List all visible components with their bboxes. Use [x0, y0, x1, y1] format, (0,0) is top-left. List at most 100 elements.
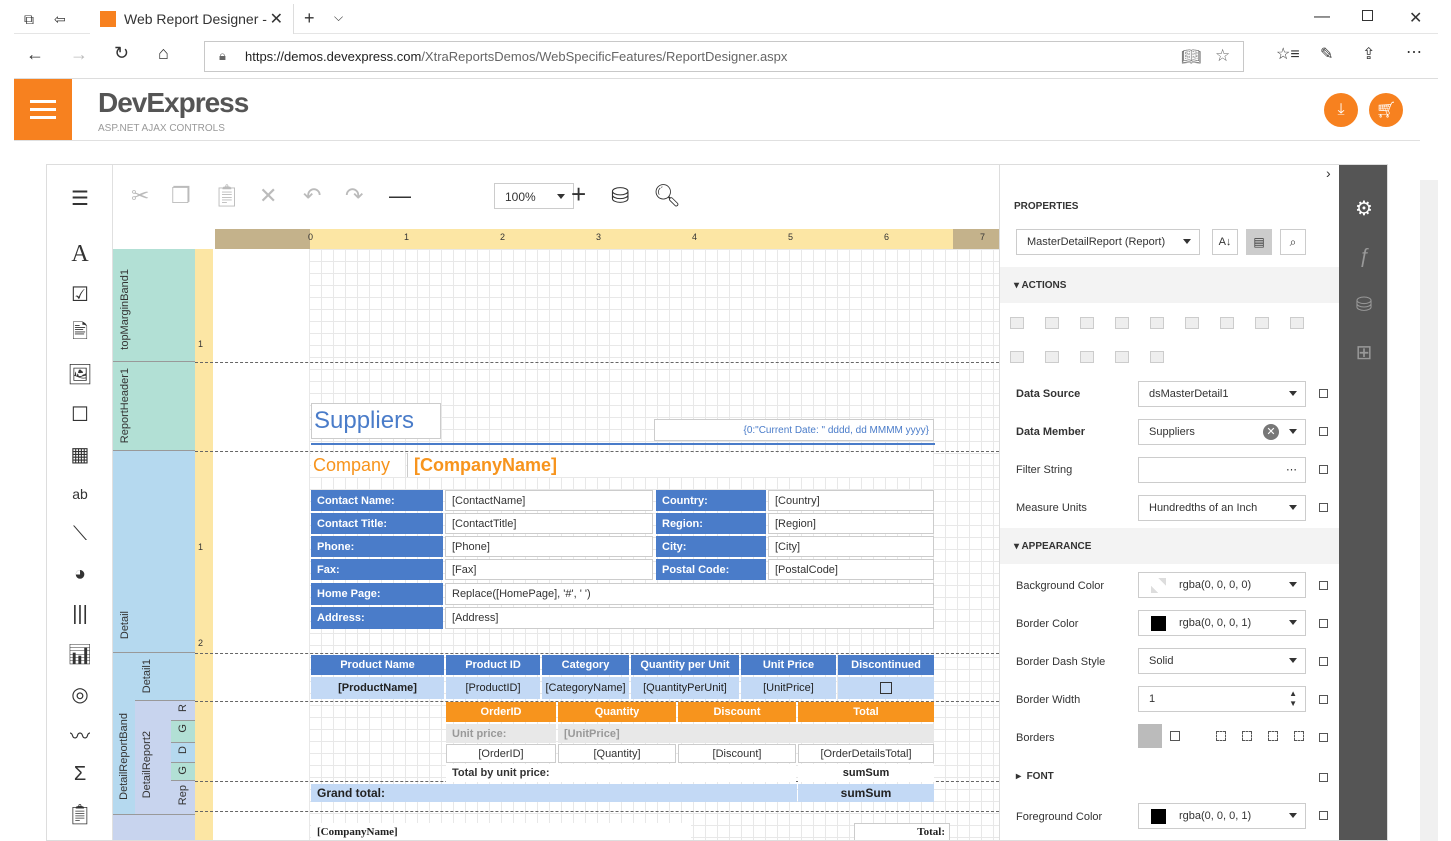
v-spacing-icon[interactable] [1115, 351, 1129, 363]
menu-icon[interactable] [14, 79, 72, 140]
character-comb-icon[interactable]: ab [65, 479, 95, 509]
unit-price-group[interactable]: [UnitPrice] [558, 724, 934, 743]
data-member-select[interactable]: Suppliers ✕ [1138, 419, 1306, 445]
border-color-select[interactable]: rgba(0, 0, 0, 1) [1138, 610, 1306, 636]
sparkline-tool-icon[interactable]: 〰 [65, 719, 95, 749]
prop-checkbox[interactable] [1319, 465, 1328, 474]
prop-checkbox[interactable] [1319, 657, 1328, 666]
spinner-icon[interactable]: ▲ ▼ [1289, 689, 1297, 709]
collapse-panel-icon[interactable]: › [1326, 165, 1331, 181]
back-icon[interactable]: ← [26, 44, 44, 65]
line-tool-icon[interactable]: ⟍ [65, 519, 95, 549]
gauge-tool-icon[interactable]: ◎ [65, 679, 95, 709]
cell-quantity[interactable]: [Quantity] [558, 744, 676, 763]
align-center-icon[interactable] [1045, 317, 1059, 329]
paste-icon[interactable]: 📋︎ [213, 183, 241, 209]
col-product-name[interactable]: Product Name [311, 655, 444, 675]
forward-icon[interactable]: → [70, 44, 88, 65]
phone-label[interactable]: Phone: [311, 536, 443, 557]
band-separator[interactable] [195, 811, 999, 812]
background-color-select[interactable]: rgba(0, 0, 0, 0) [1138, 572, 1306, 598]
gear-icon[interactable]: ⚙ [1351, 195, 1377, 221]
pageinfo-tool-icon[interactable]: 📋︎ [65, 799, 95, 829]
make-same-size-icon[interactable] [1255, 317, 1269, 329]
search-icon[interactable]: ⌕ [1280, 229, 1306, 255]
share-icon[interactable]: ⇪ [1362, 44, 1375, 64]
chevron-down-icon[interactable]: ⌵ [334, 10, 343, 25]
country-value[interactable]: [Country] [768, 490, 934, 511]
band-g2[interactable]: G [171, 763, 195, 781]
phone-value[interactable]: [Phone] [445, 536, 653, 557]
col-quantity-per-unit[interactable]: Quantity per Unit [631, 655, 739, 675]
border-none-icon[interactable] [1170, 731, 1180, 741]
border-right-icon[interactable] [1268, 731, 1278, 741]
summary-tool-icon[interactable]: Σ [65, 759, 95, 789]
delete-icon[interactable]: ✕ [259, 183, 277, 209]
redo-icon[interactable]: ↷ [345, 183, 363, 209]
prop-checkbox[interactable] [1319, 619, 1328, 628]
col-discontinued[interactable]: Discontinued [838, 655, 934, 675]
col-unit-price[interactable]: Unit Price [741, 655, 836, 675]
contact-name-label[interactable]: Contact Name: [311, 490, 443, 511]
label-tool-icon[interactable]: A [65, 239, 95, 269]
barcode-tool-icon[interactable]: ||| [65, 599, 95, 629]
data-source-select[interactable]: dsMasterDetail1 [1138, 381, 1306, 407]
categories-icon[interactable]: ▤ [1246, 229, 1272, 255]
band-report-header[interactable]: ReportHeader1 [113, 362, 195, 451]
band-rep[interactable]: Rep [171, 781, 195, 815]
zoom-in-icon[interactable]: + [571, 179, 586, 210]
preview-icon[interactable]: 🔍︎ [653, 183, 681, 209]
send-back-icon[interactable] [1045, 351, 1059, 363]
hamburger-menu-icon[interactable]: ☰ [65, 183, 95, 213]
home-page-label[interactable]: Home Page: [311, 583, 443, 605]
section-appearance[interactable]: ▾ APPEARANCE [1000, 528, 1340, 564]
set-aside-tabs-icon[interactable]: ⇦ [54, 11, 66, 28]
browser-tab[interactable]: Web Report Designer - ✕ [90, 4, 294, 34]
align-middle-icon[interactable] [1150, 317, 1164, 329]
band-d[interactable]: D [171, 743, 195, 763]
more-icon[interactable]: ⋯ [1406, 42, 1422, 62]
favorite-star-icon[interactable]: ☆ [1215, 46, 1230, 66]
download-icon[interactable]: ⤓ [1324, 93, 1358, 127]
border-bottom-icon[interactable] [1294, 731, 1304, 741]
band-separator[interactable] [195, 362, 999, 363]
cell-unit-price[interactable]: [UnitPrice] [741, 677, 836, 699]
prop-checkbox[interactable] [1319, 427, 1328, 436]
picture-tool-icon[interactable]: 🖼︎ [65, 359, 95, 389]
address-value[interactable]: [Address] [445, 607, 934, 629]
close-window-icon[interactable]: ✕ [1409, 8, 1422, 28]
richtext-tool-icon[interactable]: 🖹︎ [65, 319, 95, 349]
foreground-color-select[interactable]: rgba(0, 0, 0, 1) [1138, 803, 1306, 829]
col-category[interactable]: Category [542, 655, 629, 675]
fax-label[interactable]: Fax: [311, 559, 443, 580]
country-label[interactable]: Country: [656, 490, 766, 511]
footer-total[interactable]: Total: [854, 823, 950, 840]
reading-view-icon[interactable]: 📖︎ [1181, 47, 1201, 67]
chart-tool-icon[interactable]: 📊︎ [65, 639, 95, 669]
total-by-unit-price[interactable]: Total by unit price: [446, 764, 796, 782]
bring-front-icon[interactable] [1010, 351, 1024, 363]
align-left-icon[interactable] [1010, 317, 1024, 329]
cell-order-id[interactable]: [OrderID] [446, 744, 556, 763]
favorites-list-icon[interactable]: ☆≡ [1276, 44, 1300, 64]
h-spacing-icon[interactable] [1080, 351, 1094, 363]
unit-price-label[interactable]: Unit price: [446, 724, 556, 743]
section-font[interactable]: ▸ FONT [1016, 771, 1054, 782]
col-total[interactable]: Total [798, 702, 934, 722]
band-footer[interactable] [113, 815, 195, 840]
size-to-grid-icon[interactable] [1220, 317, 1234, 329]
border-dash-style-select[interactable]: Solid [1138, 648, 1306, 674]
prop-checkbox[interactable] [1319, 733, 1328, 742]
database-icon[interactable]: ⛁ [1351, 291, 1377, 317]
band-separator[interactable] [195, 653, 999, 654]
align-bottom-icon[interactable] [1185, 317, 1199, 329]
minimize-icon[interactable]: — [1314, 8, 1330, 26]
ellipsis-icon[interactable]: ⋯ [1286, 463, 1297, 476]
grand-sum[interactable]: sumSum [798, 784, 934, 802]
clear-icon[interactable]: ✕ [1263, 424, 1279, 440]
band-r[interactable]: R [171, 701, 195, 721]
address-bar[interactable]: 🔒︎ https://demos.devexpress.com/XtraRepo… [204, 41, 1244, 72]
home-icon[interactable]: ⌂ [158, 43, 169, 64]
shape-tool-icon[interactable]: ◕ [65, 559, 95, 589]
prop-checkbox[interactable] [1319, 581, 1328, 590]
